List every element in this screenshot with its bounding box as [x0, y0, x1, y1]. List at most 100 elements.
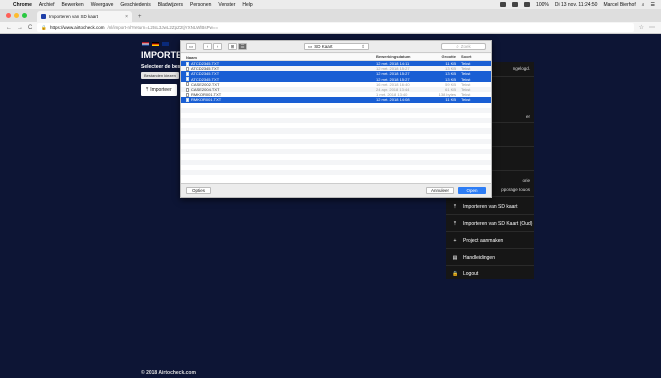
drive-icon: ▭	[308, 43, 313, 49]
list-icon[interactable]: ☰	[651, 2, 655, 8]
dialog-toolbar: ▭ ‹ › ⊞ ☰ ▭ SD Kaart ⇕ ⌕ Zoek	[181, 41, 491, 53]
flag-de-icon[interactable]	[152, 42, 159, 46]
close-window-icon[interactable]	[6, 13, 11, 18]
plus-icon: +	[453, 238, 457, 244]
menu-divider	[446, 248, 534, 249]
address-bar: ← → C 🔒 https://www.airtocheck.com/nl/im…	[0, 22, 661, 34]
icon-view-button[interactable]: ⊞	[228, 43, 237, 50]
menu-divider	[446, 231, 534, 232]
tab-bar: Importeren van SD kaart × +	[0, 9, 661, 22]
document-icon	[186, 82, 189, 87]
reload-button[interactable]: C	[28, 25, 32, 31]
new-tab-button[interactable]: +	[138, 14, 142, 20]
menu-fragment: ngelogd.	[512, 66, 530, 71]
menu-item-label: Logout	[463, 271, 479, 277]
menubar-app-name[interactable]: Chrome	[13, 2, 32, 8]
page-footer: © 2018 Airtocheck.com	[141, 370, 196, 376]
menubar-item-bladwijzers[interactable]: Bladwijzers	[158, 2, 183, 8]
menu-item-create-project[interactable]: + Project aanmaken	[452, 238, 504, 244]
forward-button[interactable]: →	[17, 25, 23, 31]
cancel-button[interactable]: Annuleer	[426, 187, 454, 194]
wifi-icon[interactable]	[524, 2, 531, 7]
document-icon	[186, 66, 189, 71]
dialog-footer: Opties Annuleer Open	[181, 183, 491, 197]
document-icon	[186, 97, 189, 102]
upload-icon: ⤒	[453, 221, 457, 227]
list-view-button[interactable]: ☰	[238, 43, 247, 50]
sidebar-toggle-button[interactable]: ▭	[186, 43, 196, 50]
chevron-updown-icon: ⇕	[361, 43, 365, 49]
tab-close-icon[interactable]: ×	[125, 14, 128, 20]
minimize-window-icon[interactable]	[14, 13, 19, 18]
menubar-item-help[interactable]: Help	[242, 2, 252, 8]
lock-icon: 🔒	[452, 271, 459, 277]
column-name[interactable]: Naam	[181, 54, 376, 60]
url-field[interactable]: 🔒 https://www.airtocheck.com/nl/import-n…	[37, 23, 634, 32]
flag-uk-icon[interactable]	[162, 42, 169, 46]
column-date[interactable]: Bewerkingsdatum	[376, 54, 434, 60]
empty-row	[181, 175, 491, 180]
file-row[interactable]: RMKOR001.TXT 12 mrt. 2018 14:08 11 KB Tekst	[181, 97, 491, 103]
file-kind: Tekst	[461, 97, 471, 103]
file-name-cell: RMKOR001.TXT	[181, 97, 376, 102]
menu-item-label: Handleidingen	[463, 255, 495, 261]
location-select[interactable]: ▭ SD Kaart ⇕	[304, 43, 369, 50]
browser-tab[interactable]: Importeren van SD kaart ×	[37, 11, 132, 22]
flag-nl-icon[interactable]	[142, 42, 149, 46]
column-kind[interactable]: Soort	[461, 54, 491, 60]
open-button[interactable]: Open	[458, 187, 486, 194]
window-controls	[6, 9, 27, 22]
menu-fragment: orie	[522, 178, 530, 183]
menu-item-import-sd-old[interactable]: ⤒ Importeren van SD Kaart (Oud)	[452, 221, 533, 227]
menu-item-manuals[interactable]: ▤ Handleidingen	[452, 255, 495, 261]
search-placeholder: Zoek	[460, 44, 471, 49]
options-button[interactable]: Opties	[186, 187, 211, 194]
file-list: ATCD2345.TXT 12 mrt. 2018 14:11 11 KB Tekst…	[181, 61, 491, 183]
back-button[interactable]: ←	[6, 25, 12, 31]
menubar-item-weergave[interactable]: Weergave	[91, 2, 114, 8]
menu-item-label: Importeren van SD kaart	[463, 204, 518, 210]
zoom-window-icon[interactable]	[22, 13, 27, 18]
forward-nav-button[interactable]: ›	[213, 43, 222, 50]
import-button[interactable]: ⤒ Importeer	[141, 84, 177, 96]
menu-item-label: Project aanmaken	[463, 238, 504, 244]
menubar-item-personen[interactable]: Personen	[190, 2, 211, 8]
column-size[interactable]: Grootte	[434, 54, 461, 60]
file-size: 11 KB	[445, 97, 456, 103]
location-label: SD Kaart	[314, 44, 333, 49]
book-icon: ▤	[452, 255, 458, 261]
more-menu-icon[interactable]: ⋯	[649, 24, 655, 31]
search-field[interactable]: ⌕ Zoek	[441, 43, 486, 50]
file-open-dialog: ▭ ‹ › ⊞ ☰ ▭ SD Kaart ⇕ ⌕ Zoek Naam Bewer…	[180, 40, 492, 198]
choose-files-button[interactable]: Bestanden kiezen	[141, 72, 179, 79]
menu-fragment: er	[525, 114, 530, 119]
document-icon	[186, 87, 189, 92]
status-icon[interactable]	[512, 2, 519, 7]
battery-percent[interactable]: 100%	[536, 2, 549, 8]
status-icon[interactable]	[500, 2, 507, 7]
menu-item-label: Importeren van SD Kaart (Oud)	[463, 221, 533, 227]
spotlight-icon[interactable]: ⌕	[642, 2, 645, 8]
menubar-item-archief[interactable]: Archief	[39, 2, 55, 8]
language-flags	[142, 42, 169, 46]
menubar-item-geschiedenis[interactable]: Geschiedenis	[120, 2, 150, 8]
menu-item-import-sd[interactable]: ⤒ Importeren van SD kaart	[452, 204, 518, 210]
menu-item-logout[interactable]: 🔒 Logout	[452, 271, 478, 277]
favicon-icon	[41, 14, 46, 19]
search-icon: ⌕	[456, 44, 459, 49]
document-icon	[186, 61, 189, 66]
upload-icon: ⤒	[453, 204, 457, 210]
back-nav-button[interactable]: ‹	[203, 43, 212, 50]
menu-divider	[446, 214, 534, 215]
clock[interactable]: Di 13 nov. 11:24:50	[555, 2, 598, 8]
bookmark-star-icon[interactable]: ☆	[639, 24, 644, 31]
url-host: https://www.airtocheck.com	[49, 25, 105, 30]
menubar-status: 100% Di 13 nov. 11:24:50 Marcel Bierhof …	[500, 2, 655, 8]
menu-divider	[446, 265, 534, 266]
file-name: RMKOR001.TXT	[191, 97, 222, 103]
user-name[interactable]: Marcel Bierhof	[603, 2, 635, 8]
document-icon	[186, 77, 189, 82]
file-list-header: Naam Bewerkingsdatum Grootte Soort	[181, 54, 491, 61]
menubar-item-venster[interactable]: Venster	[218, 2, 235, 8]
menubar-item-bewerken[interactable]: Bewerken	[61, 2, 83, 8]
